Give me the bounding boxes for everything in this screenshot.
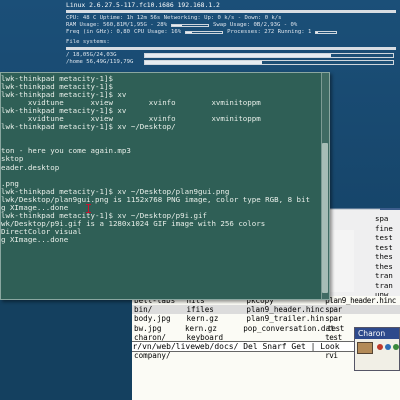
charon-thumbnail — [357, 342, 373, 354]
filesystems: File systems: / 18,05G/24,03G /home 56,4… — [66, 39, 396, 66]
terminal-line: wk/Desktop/p9i.gif is a 1280x1024 GIF im… — [1, 219, 266, 228]
terminal-line: .png — [1, 179, 19, 188]
table-cell[interactable] — [246, 351, 325, 360]
divider — [66, 47, 396, 50]
terminal-line: lwk-thinkpad metacity-1]$ xv — [1, 107, 127, 116]
list-item[interactable]: test — [375, 233, 393, 243]
charon-toolbar — [377, 344, 399, 350]
filesystems-header: File systems: — [66, 39, 110, 45]
terminal-line: eader.desktop — [1, 163, 60, 172]
table-cell[interactable]: ifiles — [186, 305, 246, 314]
table-row[interactable]: body.jpg kern.gz plan9_trailer.hin spar — [132, 314, 400, 323]
terminal-line: ton - here you come again.mp3 — [1, 147, 131, 156]
ram-bar — [171, 24, 210, 27]
path-text[interactable]: /usr/vn/web/liveweb/docs/ Del Snarf Get … — [118, 342, 340, 351]
scrollbar-thumb[interactable] — [322, 143, 328, 293]
filesystem-root-bar — [144, 53, 394, 58]
table-cell[interactable]: spar — [325, 305, 400, 314]
table-cell[interactable]: bw.jpg — [132, 324, 185, 333]
terminal-line: lwk-thinkpad metacity-1]$ xv — [1, 91, 127, 100]
filesystem-home-bar — [144, 60, 394, 65]
toolbar-dot-icon[interactable] — [393, 344, 399, 350]
cpu-frequency: Freq (in GHz): 0,80 — [66, 29, 130, 35]
filesystem-home-label: /home 56,49G/119,79G — [66, 59, 134, 65]
terminal-line: lwk-thinkpad metacity-1]$ xv ~/Desktop/ — [1, 123, 176, 132]
list-item[interactable]: thes — [375, 252, 393, 262]
terminal-line: sktop — [1, 155, 24, 164]
table-row[interactable]: bin/ifiles plan9_header.hinc spar — [132, 305, 400, 315]
terminal-scrollbar[interactable] — [321, 73, 329, 299]
processes: Processes: 272 Running: 1 — [227, 29, 312, 35]
table-cell[interactable]: body.jpg — [132, 314, 186, 323]
list-item[interactable]: spa — [375, 214, 393, 224]
table-cell[interactable] — [186, 351, 246, 360]
cpu-row: Freq (in GHz): 0,80 CPU Usage: 16% Proce… — [66, 29, 396, 36]
memory-row: RAM Usage: 560,81M/1,95G - 28% Swap Usag… — [66, 22, 396, 29]
terminal-line: xvidtune xview xvinfo xvminitoppm — [1, 115, 261, 124]
toolbar-dot-icon[interactable] — [377, 344, 383, 350]
charon-title[interactable]: Charon — [355, 328, 399, 339]
terminal-line: lwk-thinkpad metacity-1]$ — [1, 75, 113, 83]
terminal-line: DirectColor visual — [1, 227, 82, 236]
terminal-line: g XImage...done — [1, 235, 69, 244]
table-cell[interactable]: bin/ — [132, 305, 186, 314]
table-cell[interactable]: pop_conversation.dat — [243, 324, 334, 333]
terminal-line: lwk-thinkpad metacity-1]$ xv ~/Desktop/p… — [1, 187, 230, 196]
list-item[interactable]: fine — [375, 224, 393, 234]
terminal-line: lwk-thinkpad metacity-1]$ — [1, 83, 113, 92]
table-cell[interactable]: plan9_header.hinc — [246, 305, 325, 314]
table-cell[interactable]: company/ — [132, 351, 186, 360]
charon-window[interactable]: Charon — [354, 327, 400, 371]
filesystem-root-label: / 18,05G/24,03G — [66, 52, 117, 58]
system-info: Linux 2.6.27.5-117.fc10.i686 192.168.1.2 — [66, 1, 220, 9]
list-item[interactable]: test — [375, 243, 393, 253]
terminal-output[interactable]: lwk-thinkpad metacity-1]$ lwk-thinkpad me… — [1, 73, 321, 299]
terminal-window[interactable]: lwk-thinkpad metacity-1]$ lwk-thinkpad me… — [0, 72, 330, 300]
cpu-bar — [185, 31, 224, 34]
desktop-area — [0, 300, 132, 400]
table-cell[interactable]: plan9_trailer.hin — [246, 314, 325, 323]
text-cursor-icon — [86, 204, 92, 213]
divider — [66, 10, 396, 13]
table-cell[interactable]: plan9_header.hinc — [325, 296, 400, 305]
cpu-uptime-network: CPU: 48 C Uptime: 1h 12m 56s Networking:… — [66, 15, 282, 21]
terminal-line: g XImage...done — [1, 203, 69, 212]
ram-usage: RAM Usage: 560,81M/1,95G - 28% — [66, 22, 168, 28]
cpu-usage: CPU Usage: 16% — [134, 29, 182, 35]
terminal-line: lwk/Desktop/plan9gui.png is 1152x768 PNG… — [1, 195, 310, 204]
toolbar-dot-icon[interactable] — [385, 344, 391, 350]
table-cell[interactable]: spar — [325, 314, 400, 323]
list-item[interactable]: tran — [375, 281, 393, 291]
filesystem-root: / 18,05G/24,03G — [66, 52, 396, 59]
list-item[interactable]: tran — [375, 271, 393, 281]
table-cell[interactable]: kern.gz — [186, 314, 246, 323]
table-cell[interactable]: kern.gz — [185, 324, 243, 333]
list-item[interactable]: thes — [375, 262, 393, 272]
swap-usage: Swap Usage: 0B/2,93G - 0% — [213, 22, 298, 28]
process-bar — [315, 31, 338, 34]
terminal-line: xvidtune xview xvinfo xvminitoppm — [1, 99, 261, 108]
system-monitor: Linux 2.6.27.5-117.fc10.i686 192.168.1.2… — [62, 0, 400, 74]
filesystem-home: /home 56,49G/119,79G — [66, 59, 396, 66]
terminal-line: lwk-thinkpad metacity-1]$ xv ~/Desktop/p… — [1, 211, 207, 220]
